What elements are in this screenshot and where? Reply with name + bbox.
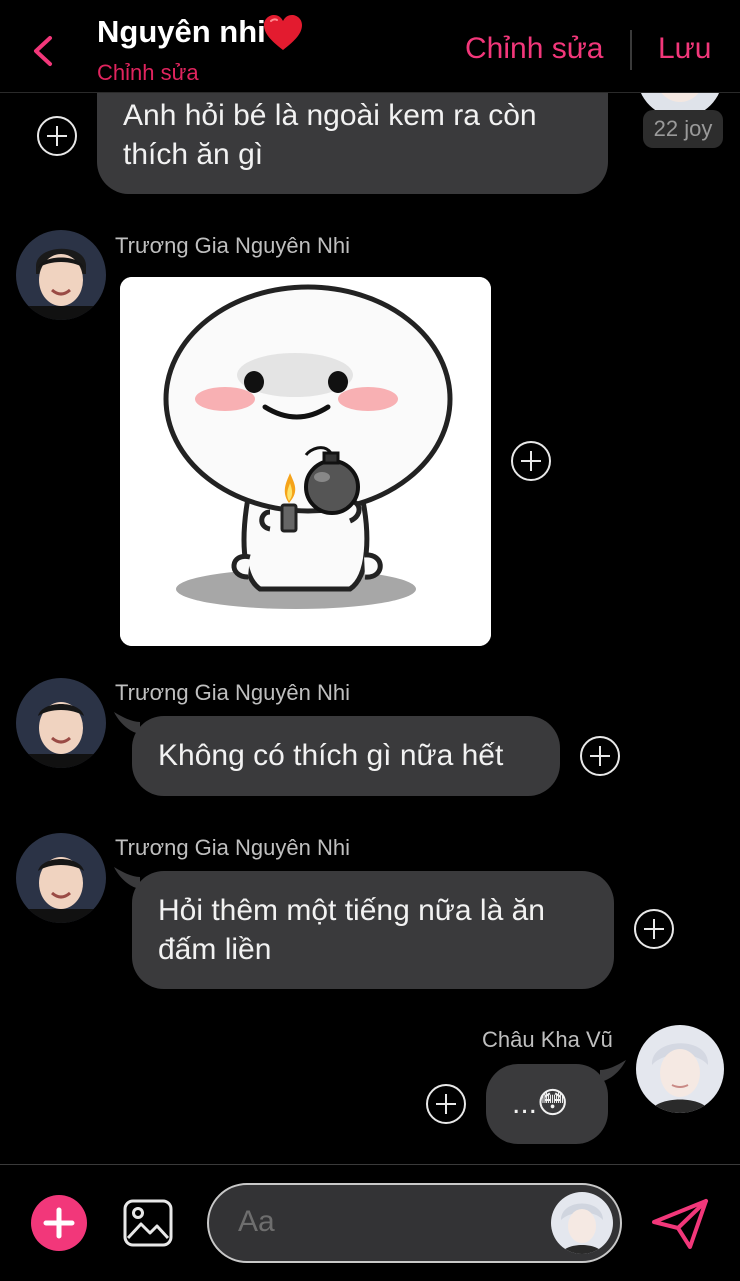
avatar-chau-kha-vu-small[interactable] — [551, 1192, 613, 1254]
sticker-image[interactable] — [120, 277, 491, 646]
sender-name: Trương Gia Nguyên Nhi — [115, 233, 350, 258]
plus-icon[interactable] — [31, 1195, 87, 1251]
add-reaction-icon[interactable] — [633, 908, 675, 950]
chat-header: Nguyên nhi Chỉnh sửa Chỉnh sửa Lưu — [0, 0, 740, 93]
add-reaction-icon[interactable] — [510, 440, 552, 482]
message-bubble[interactable]: ...😳 — [486, 1064, 608, 1144]
sender-name: Châu Kha Vũ — [482, 1027, 613, 1052]
header-subtitle[interactable]: Chỉnh sửa — [97, 60, 199, 86]
message-text: ...😳 — [512, 1087, 569, 1120]
message-text: Hỏi thêm một tiếng nữa là ăn đấm liền — [158, 894, 545, 966]
bubble-tail — [600, 1060, 626, 1082]
edit-button[interactable]: Chỉnh sửa — [465, 32, 604, 66]
chat-title[interactable]: Nguyên nhi — [97, 14, 266, 50]
image-icon[interactable] — [122, 1198, 174, 1248]
message-text: Anh hỏi bé là ngoài kem ra còn thích ăn … — [123, 99, 537, 171]
avatar-truong-gia-nguyen-nhi[interactable] — [16, 833, 106, 923]
avatar-chau-kha-vu[interactable] — [636, 1025, 724, 1113]
message-input-placeholder: Aa — [238, 1205, 275, 1238]
add-reaction-icon[interactable] — [425, 1083, 467, 1125]
message-bubble[interactable]: Không có thích gì nữa hết — [132, 716, 560, 796]
add-reaction-icon[interactable] — [36, 115, 78, 157]
message-text: Không có thích gì nữa hết — [158, 739, 504, 772]
avatar-truong-gia-nguyen-nhi[interactable] — [16, 230, 106, 320]
sender-name: Trương Gia Nguyên Nhi — [115, 680, 350, 705]
message-bubble[interactable]: Anh hỏi bé là ngoài kem ra còn thích ăn … — [97, 80, 608, 194]
reaction-badge: 22 joy — [643, 110, 723, 148]
sender-name: Trương Gia Nguyên Nhi — [115, 835, 350, 860]
red-heart-icon — [264, 15, 302, 50]
chevron-left-icon[interactable] — [28, 34, 58, 68]
message-bubble[interactable]: Hỏi thêm một tiếng nữa là ăn đấm liền — [132, 871, 614, 989]
add-reaction-icon[interactable] — [579, 735, 621, 777]
send-icon[interactable] — [650, 1198, 710, 1250]
save-button[interactable]: Lưu — [658, 32, 711, 66]
avatar-truong-gia-nguyen-nhi[interactable] — [16, 678, 106, 768]
header-divider — [630, 30, 632, 70]
